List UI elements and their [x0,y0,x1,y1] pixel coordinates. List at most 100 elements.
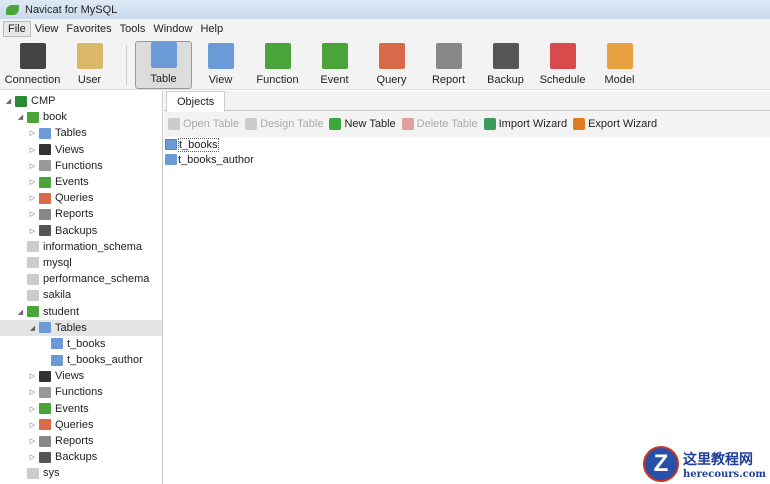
toolbar-user-button[interactable]: User [61,41,118,89]
expand-down-icon[interactable]: ◢ [28,324,37,332]
tree-item[interactable]: ◢ CMP [0,93,162,109]
tree-item[interactable]: ◢ Tables [0,319,162,336]
tree-item[interactable]: ▷ Events [0,174,162,190]
expand-right-icon[interactable]: ▷ [28,372,37,380]
toolbar-table-button[interactable]: Table [135,41,192,89]
toolbar-separator [126,45,127,85]
menu-bar: File View Favorites Tools Window Help [0,19,770,38]
event-icon [39,403,51,415]
tree-item[interactable]: performance_schema [0,271,162,287]
tree-item[interactable]: mysql [0,255,162,271]
toolbar-event-button[interactable]: Event [306,41,363,89]
expand-right-icon[interactable]: ▷ [28,227,37,235]
open-table-button[interactable]: Open Table [168,118,239,130]
toolbar-label: User [77,74,102,86]
tree-item[interactable]: ▷ Views [0,142,162,158]
toolbar-view-button[interactable]: View [192,41,249,89]
tree-item[interactable]: ▷ Queries [0,417,162,433]
new-table-button[interactable]: New Table [329,118,396,130]
expand-right-icon[interactable]: ▷ [28,388,37,396]
delete-table-button[interactable]: Delete Table [401,118,478,130]
toolbar-schedule-button[interactable]: Schedule [534,41,591,89]
object-item[interactable]: t_books [164,137,770,152]
object-item[interactable]: t_books_author [164,152,770,167]
expand-down-icon[interactable]: ◢ [16,308,25,316]
tree-item[interactable]: ▷ Functions [0,158,162,174]
toolbar-label: Query [376,74,407,86]
query-icon [378,43,405,69]
expand-right-icon[interactable]: ▷ [28,146,37,154]
database-icon [27,241,39,253]
tree-item[interactable]: t_books [0,336,162,352]
menu-help[interactable]: Help [196,22,227,36]
function-icon [39,160,51,172]
toolbar-backup-button[interactable]: Backup [477,41,534,89]
expand-down-icon[interactable]: ◢ [4,97,13,105]
tree-item[interactable]: ▷ Tables [0,125,162,141]
backup-icon [39,451,51,463]
menu-favorites[interactable]: Favorites [62,22,115,36]
query-icon [39,192,51,204]
event-icon [39,176,51,188]
connection-icon [15,95,27,107]
toolbar-label: Report [431,74,466,86]
toolbar-label: Connection [4,74,61,86]
tree-item-label: Reports [55,208,94,221]
tree-item[interactable]: information_schema [0,239,162,255]
action-label: Design Table [260,118,324,130]
user-icon [76,43,103,69]
tree-item[interactable]: sakila [0,287,162,303]
query-icon [39,419,51,431]
toolbar-connection-button[interactable]: Connection [4,41,61,89]
design-table-button[interactable]: Design Table [245,118,323,130]
expand-right-icon[interactable]: ▷ [28,437,37,445]
menu-view[interactable]: View [31,22,63,36]
tree-item[interactable]: t_books_author [0,352,162,368]
database-icon [27,467,39,479]
tree-item[interactable]: ▷ Reports [0,433,162,449]
expand-right-icon[interactable]: ▷ [28,129,37,137]
expand-right-icon[interactable]: ▷ [28,194,37,202]
tree-item[interactable]: sys [0,465,162,481]
tree-item-label: Backups [55,451,98,464]
tree-item[interactable]: ▷ Backups [0,223,162,239]
toolbar-report-button[interactable]: Report [420,41,477,89]
menu-file[interactable]: File [3,20,31,37]
tree-item[interactable]: ◢ student [0,303,162,319]
tab-objects[interactable]: Objects [166,91,226,112]
expand-right-icon[interactable]: ▷ [28,453,37,461]
tree-item[interactable]: ◢ book [0,109,162,125]
tree-item-label: Events [55,402,89,415]
import-wizard-button[interactable]: Import Wizard [483,118,567,130]
expand-right-icon[interactable]: ▷ [28,210,37,218]
expand-down-icon[interactable]: ◢ [16,113,25,121]
export-wizard-button[interactable]: Export Wizard [573,118,657,130]
export-wizard-icon [573,118,586,130]
tree-item-label: book [43,111,67,124]
connection-tree[interactable]: ◢ CMP ◢ book ▷ Tables ▷ Views ▷ Functions ▷ Events ▷… [0,91,163,484]
toolbar-label: Table [150,73,177,85]
tree-item[interactable]: ▷ Functions [0,384,162,400]
table-icon [39,127,51,139]
menu-tools[interactable]: Tools [116,22,150,36]
tree-item-label: Views [55,143,85,156]
object-label: t_books [178,137,219,152]
expand-right-icon[interactable]: ▷ [28,405,37,413]
backup-icon [492,43,519,69]
action-label: Delete Table [416,118,478,130]
tree-item[interactable]: ▷ Views [0,368,162,384]
toolbar-label: Model [604,74,635,86]
expand-right-icon[interactable]: ▷ [28,178,37,186]
tree-item[interactable]: ▷ Queries [0,190,162,206]
toolbar-query-button[interactable]: Query [363,41,420,89]
expand-right-icon[interactable]: ▷ [28,421,37,429]
tree-item-label: t_books_author [67,354,143,367]
toolbar-function-button[interactable]: Function [249,41,306,89]
tree-item-label: Tables [55,127,87,140]
tree-item[interactable]: ▷ Backups [0,449,162,465]
tree-item[interactable]: ▷ Reports [0,206,162,222]
menu-window[interactable]: Window [149,22,196,36]
expand-right-icon[interactable]: ▷ [28,162,37,170]
toolbar-model-button[interactable]: Model [591,41,648,89]
tree-item[interactable]: ▷ Events [0,401,162,417]
